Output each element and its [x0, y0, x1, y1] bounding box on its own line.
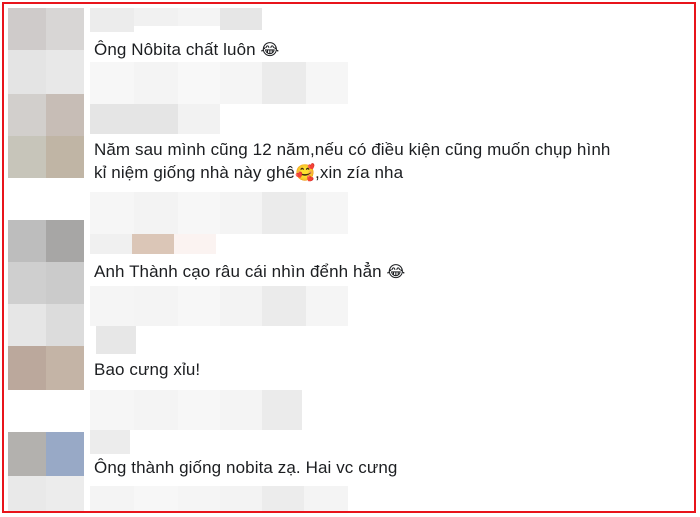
comment-4-body: Bao cưng xỉu!	[94, 360, 201, 379]
comment-2-body-line-2a: kỉ niệm giống nhà này ghê	[94, 163, 295, 182]
screenshot-frame: Ông Nôbita chất luôn 😂 Năm sau mình cũng…	[2, 2, 696, 513]
comment-3-body: Anh Thành cạo râu cái nhìn đểnh hẳn	[94, 262, 382, 281]
comment-text-5: Ông thành giống nobita zạ. Hai vc cưng	[94, 456, 397, 479]
comment-text-2-line-1: Năm sau mình cũng 12 năm,nếu có điều kiệ…	[94, 138, 610, 161]
comment-1-body: Ông Nôbita chất luôn	[94, 40, 256, 59]
comment-5-body: Ông thành giống nobita zạ. Hai vc cưng	[94, 458, 398, 477]
comment-2-body-line-2b: ,xin zía nha	[315, 163, 404, 182]
comment-text-4: Bao cưng xỉu!	[94, 358, 200, 381]
comment-text-2-line-2: kỉ niệm giống nhà này ghê🥰,xin zía nha	[94, 161, 403, 184]
comment-2-body-line-1: Năm sau mình cũng 12 năm,nếu có điều kiệ…	[94, 140, 611, 159]
laughing-emoji: 😂	[260, 40, 280, 59]
comment-text-3: Anh Thành cạo râu cái nhìn đểnh hẳn 😂	[94, 260, 405, 283]
smiling-hearts-emoji: 🥰	[294, 163, 316, 182]
comment-text-1: Ông Nôbita chất luôn 😂	[94, 38, 279, 61]
laughing-emoji: 😂	[386, 262, 406, 281]
